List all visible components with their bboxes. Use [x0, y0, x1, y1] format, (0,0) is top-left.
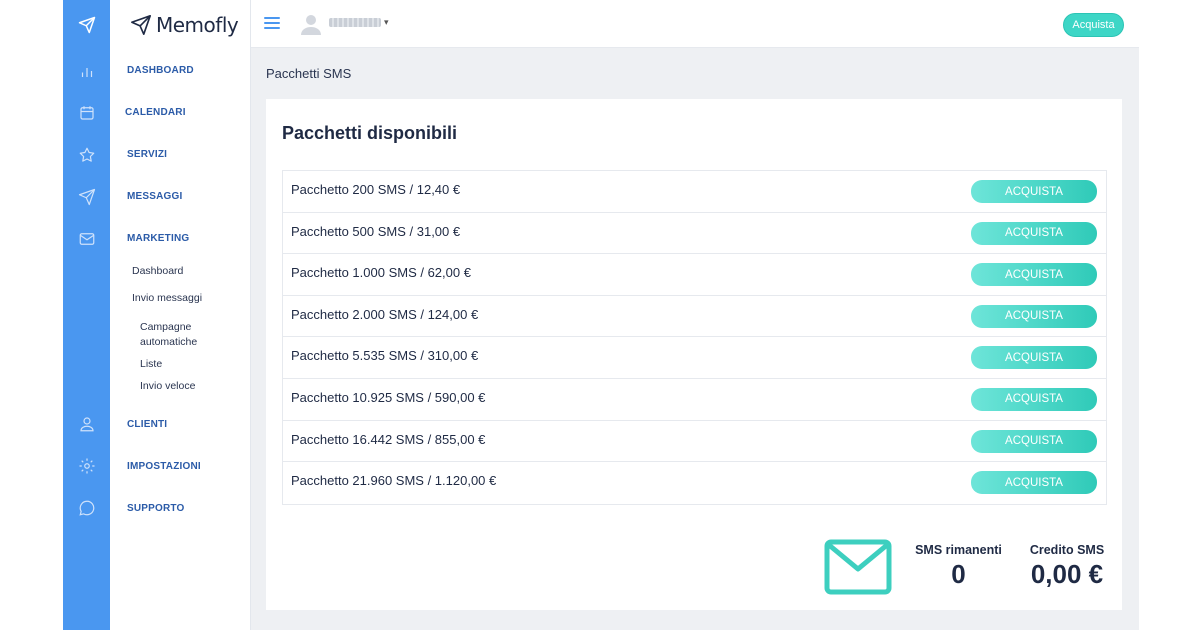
- mail-icon[interactable]: [74, 226, 99, 251]
- chat-icon[interactable]: [74, 495, 99, 520]
- chevron-down-icon[interactable]: ▾: [384, 17, 389, 28]
- package-list: Pacchetto 200 SMS / 12,40 € ACQUISTA Pac…: [282, 170, 1107, 505]
- sidebar-item-clienti[interactable]: CLIENTI: [127, 419, 167, 430]
- sidebar-subitem-invio-messaggi[interactable]: Invio messaggi: [132, 292, 202, 304]
- sidebar-subitem-liste[interactable]: Liste: [140, 357, 230, 372]
- app-window: Memofly DASHBOARD CALENDARI SERVIZI MESS…: [63, 0, 1139, 630]
- username-blurred[interactable]: [329, 18, 381, 27]
- menu-icon[interactable]: [264, 17, 280, 30]
- package-row: Pacchetto 1.000 SMS / 62,00 € ACQUISTA: [283, 254, 1106, 296]
- sidebar-item-messaggi[interactable]: MESSAGGI: [127, 191, 183, 202]
- sidebar-subitem-dashboard[interactable]: Dashboard: [132, 265, 183, 277]
- paper-plane-logo-icon: [131, 15, 151, 35]
- sidebar-subitem-invio-veloce[interactable]: Invio veloce: [140, 379, 230, 394]
- sms-remaining: SMS rimanenti 0: [911, 543, 1006, 590]
- package-label: Pacchetto 2.000 SMS / 124,00 €: [291, 306, 479, 322]
- buy-package-button[interactable]: ACQUISTA: [971, 429, 1097, 453]
- sidebar-subitem-campagne-automatiche[interactable]: Campagne automatiche: [140, 320, 230, 350]
- bar-chart-icon[interactable]: [74, 58, 99, 83]
- package-label: Pacchetto 200 SMS / 12,40 €: [291, 182, 461, 197]
- sidebar-item-servizi[interactable]: SERVIZI: [127, 149, 167, 160]
- calendar-icon[interactable]: [74, 100, 99, 125]
- package-row: Pacchetto 16.442 SMS / 855,00 € ACQUISTA: [283, 421, 1106, 463]
- avatar[interactable]: [299, 12, 323, 36]
- sms-credit-value: 0,00 €: [1030, 559, 1104, 589]
- buy-package-button[interactable]: ACQUISTA: [971, 471, 1097, 495]
- buy-package-button[interactable]: ACQUISTA: [971, 387, 1097, 411]
- page-title: Pacchetti SMS: [266, 66, 352, 81]
- sms-remaining-label: SMS rimanenti: [915, 543, 1002, 557]
- envelope-icon: [824, 539, 892, 595]
- sidebar-item-impostazioni[interactable]: IMPOSTAZIONI: [127, 461, 201, 472]
- buy-package-button[interactable]: ACQUISTA: [971, 221, 1097, 245]
- package-row: Pacchetto 10.925 SMS / 590,00 € ACQUISTA: [283, 379, 1106, 421]
- package-label: Pacchetto 21.960 SMS / 1.120,00 €: [291, 473, 497, 489]
- package-label: Pacchetto 10.925 SMS / 590,00 €: [291, 389, 486, 405]
- package-row: Pacchetto 200 SMS / 12,40 € ACQUISTA: [283, 171, 1106, 213]
- sms-credit: Credito SMS 0,00 €: [1024, 543, 1110, 590]
- packages-card: Pacchetti disponibili Pacchetto 200 SMS …: [266, 99, 1122, 610]
- icon-rail: [63, 0, 110, 630]
- package-row: Pacchetto 2.000 SMS / 124,00 € ACQUISTA: [283, 296, 1106, 338]
- sms-credit-label: Credito SMS: [1029, 543, 1105, 557]
- package-row: Pacchetto 500 SMS / 31,00 € ACQUISTA: [283, 213, 1106, 255]
- card-title: Pacchetti disponibili: [282, 123, 458, 143]
- brand-logo[interactable]: Memofly: [130, 12, 239, 38]
- package-label: Pacchetto 16.442 SMS / 855,00 €: [291, 431, 486, 447]
- buy-package-button[interactable]: ACQUISTA: [971, 263, 1097, 287]
- star-icon[interactable]: [74, 142, 99, 167]
- sidebar: Memofly DASHBOARD CALENDARI SERVIZI MESS…: [110, 0, 251, 630]
- package-row: Pacchetto 5.535 SMS / 310,00 € ACQUISTA: [283, 337, 1106, 379]
- buy-package-button[interactable]: ACQUISTA: [971, 304, 1097, 328]
- send-icon[interactable]: [74, 184, 99, 209]
- brand-name: Memofly: [156, 13, 239, 37]
- paper-plane-icon[interactable]: [74, 12, 99, 37]
- gear-icon[interactable]: [74, 453, 99, 478]
- package-row: Pacchetto 21.960 SMS / 1.120,00 € ACQUIS…: [283, 462, 1106, 504]
- buy-package-button[interactable]: ACQUISTA: [971, 180, 1097, 203]
- sms-remaining-value: 0: [951, 559, 966, 589]
- sidebar-item-dashboard[interactable]: DASHBOARD: [127, 65, 194, 76]
- package-label: Pacchetto 500 SMS / 31,00 €: [291, 223, 461, 239]
- sidebar-item-calendari[interactable]: CALENDARI: [125, 107, 186, 118]
- user-icon[interactable]: [74, 411, 99, 436]
- top-bar: ▾ Acquista: [251, 0, 1139, 48]
- package-label: Pacchetto 1.000 SMS / 62,00 €: [291, 265, 471, 281]
- sidebar-item-marketing[interactable]: MARKETING: [127, 233, 189, 244]
- buy-package-button[interactable]: ACQUISTA: [971, 346, 1097, 370]
- buy-button[interactable]: Acquista: [1063, 13, 1124, 37]
- sidebar-item-supporto[interactable]: SUPPORTO: [127, 503, 185, 514]
- package-label: Pacchetto 5.535 SMS / 310,00 €: [291, 348, 479, 364]
